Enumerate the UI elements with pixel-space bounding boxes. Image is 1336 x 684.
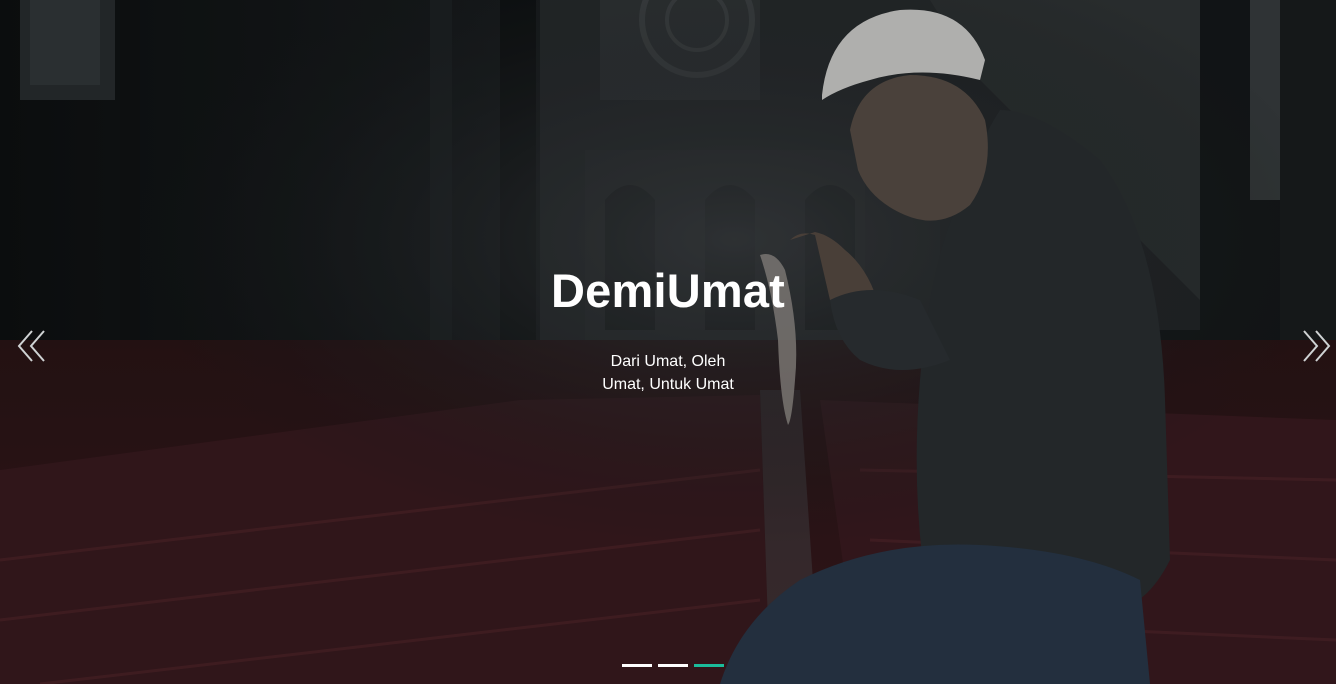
carousel-indicator-1[interactable]	[622, 664, 652, 667]
carousel-next-button[interactable]	[1294, 328, 1334, 364]
double-chevron-left-icon	[17, 330, 45, 362]
double-chevron-right-icon	[1303, 330, 1331, 362]
carousel-indicator-3[interactable]	[694, 664, 724, 667]
hero-subtitle: Dari Umat, Oleh Umat, Untuk Umat	[602, 353, 734, 393]
hero-carousel: DemiUmat Dari Umat, Oleh Umat, Untuk Uma…	[0, 0, 1336, 684]
carousel-prev-button[interactable]	[14, 328, 54, 364]
carousel-indicators	[622, 663, 724, 669]
carousel-caption: DemiUmat Dari Umat, Oleh Umat, Untuk Uma…	[468, 262, 868, 396]
carousel-indicator-2[interactable]	[658, 664, 688, 667]
hero-title: DemiUmat	[550, 264, 786, 317]
